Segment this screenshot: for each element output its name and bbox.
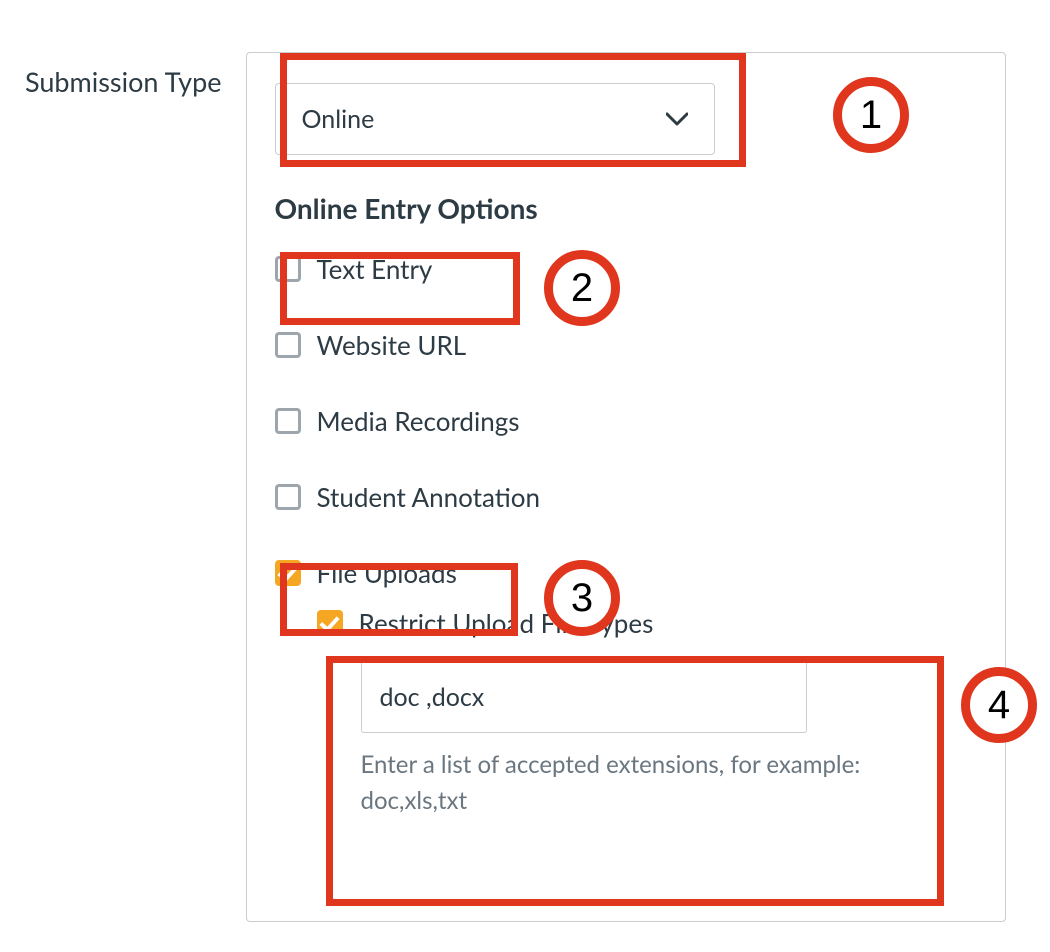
student-annotation-option[interactable]: Student Annotation [275, 481, 977, 513]
submission-type-dropdown[interactable]: Online [275, 83, 715, 155]
file-uploads-option[interactable]: File Uploads [275, 557, 977, 589]
website-url-label: Website URL [317, 329, 467, 361]
restrict-file-types-block: Restrict Upload File Types Enter a list … [317, 607, 977, 819]
submission-type-panel: Online Online Entry Options Text Entry W… [246, 52, 1006, 922]
restrict-file-types-label: Restrict Upload File Types [359, 607, 654, 639]
media-recordings-label: Media Recordings [317, 405, 520, 437]
submission-type-label: Submission Type [25, 52, 222, 98]
student-annotation-checkbox[interactable] [275, 484, 301, 510]
allowed-extensions-helper: Enter a list of accepted extensions, for… [361, 747, 921, 819]
media-recordings-checkbox[interactable] [275, 408, 301, 434]
text-entry-option[interactable]: Text Entry [275, 253, 977, 285]
allowed-extensions-input[interactable] [361, 661, 807, 733]
website-url-option[interactable]: Website URL [275, 329, 977, 361]
restrict-file-types-option[interactable]: Restrict Upload File Types [317, 607, 977, 639]
dropdown-selected-value: Online [302, 104, 375, 134]
student-annotation-label: Student Annotation [317, 481, 540, 513]
restrict-file-types-checkbox[interactable] [317, 610, 343, 636]
text-entry-label: Text Entry [317, 253, 433, 285]
file-uploads-checkbox[interactable] [275, 560, 301, 586]
chevron-down-icon [666, 112, 688, 126]
media-recordings-option[interactable]: Media Recordings [275, 405, 977, 437]
website-url-checkbox[interactable] [275, 332, 301, 358]
text-entry-checkbox[interactable] [275, 256, 301, 282]
online-entry-options-heading: Online Entry Options [275, 191, 977, 225]
file-uploads-label: File Uploads [317, 557, 457, 589]
